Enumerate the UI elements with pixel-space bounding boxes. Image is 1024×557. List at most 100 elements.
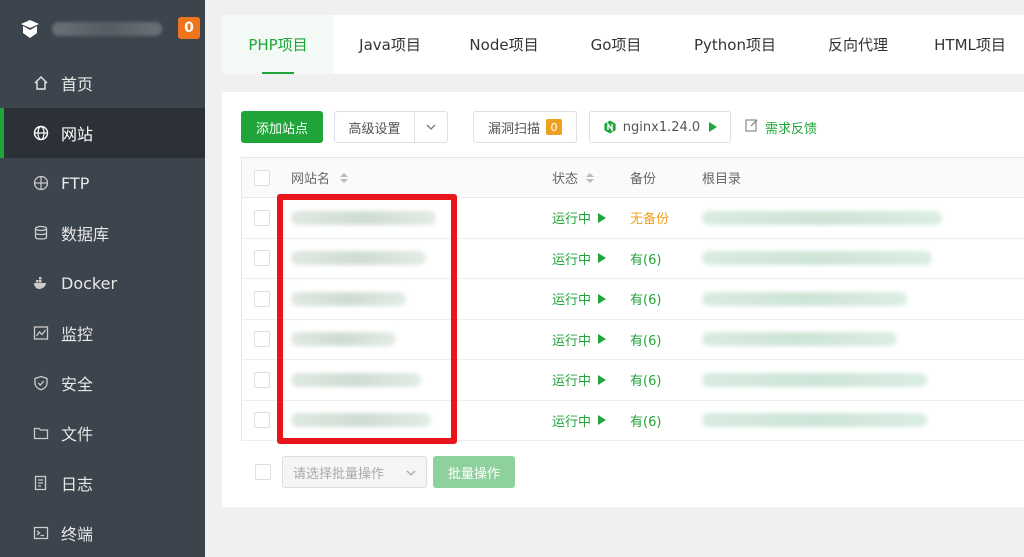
status-toggle[interactable]: 运行中 bbox=[552, 249, 630, 268]
backup-link[interactable]: 有(6) bbox=[630, 415, 661, 430]
sidebar-item-label: 安全 bbox=[61, 375, 94, 394]
table-header: 网站名 状态 备份 根目录 bbox=[242, 158, 1024, 198]
site-table: 网站名 状态 备份 根目录 运行中 无备份 运行中 有(6) 运行中 有(6) … bbox=[241, 157, 1024, 441]
tab-reverse-proxy[interactable]: 反向代理 bbox=[800, 15, 916, 74]
row-checkbox[interactable] bbox=[254, 250, 270, 267]
status-toggle[interactable]: 运行中 bbox=[552, 208, 630, 227]
tab-go[interactable]: Go项目 bbox=[562, 15, 670, 74]
advanced-settings-button[interactable]: 高级设置 bbox=[335, 112, 415, 142]
panel-logo-icon bbox=[18, 17, 42, 41]
site-name-blurred[interactable] bbox=[291, 210, 436, 225]
sort-icon bbox=[586, 172, 595, 183]
monitor-icon bbox=[33, 325, 49, 341]
root-dir-blurred[interactable] bbox=[702, 372, 927, 387]
shield-icon bbox=[33, 375, 49, 391]
header-root-dir: 根目录 bbox=[702, 172, 742, 187]
site-name-blurred[interactable] bbox=[291, 291, 406, 306]
add-site-button[interactable]: 添加站点 bbox=[241, 111, 323, 143]
tab-php[interactable]: PHP项目 bbox=[222, 15, 334, 74]
tab-html[interactable]: HTML项目 bbox=[916, 15, 1024, 74]
feedback-link[interactable]: 需求反馈 bbox=[745, 118, 817, 137]
backup-link[interactable]: 有(6) bbox=[630, 334, 661, 349]
play-icon bbox=[598, 253, 607, 264]
table-row: 运行中 有(6) bbox=[242, 279, 1024, 320]
home-icon bbox=[33, 75, 49, 91]
root-dir-blurred[interactable] bbox=[702, 332, 897, 347]
folder-icon bbox=[33, 425, 49, 441]
row-checkbox[interactable] bbox=[254, 331, 270, 348]
sidebar-item-label: 监控 bbox=[61, 325, 94, 344]
sidebar-item-ftp[interactable]: FTP bbox=[0, 158, 205, 208]
row-checkbox[interactable] bbox=[254, 412, 270, 429]
row-checkbox[interactable] bbox=[254, 209, 270, 226]
header-site-name[interactable]: 网站名 bbox=[282, 168, 552, 187]
batch-select-all-checkbox[interactable] bbox=[255, 464, 271, 480]
backup-link[interactable]: 有(6) bbox=[630, 293, 661, 308]
advanced-settings-dropdown[interactable]: 高级设置 bbox=[334, 111, 448, 143]
vuln-count-badge: 0 bbox=[546, 119, 562, 135]
tab-java[interactable]: Java项目 bbox=[334, 15, 446, 74]
root-dir-blurred[interactable] bbox=[702, 291, 907, 306]
vuln-scan-button[interactable]: 漏洞扫描 0 bbox=[473, 111, 577, 143]
sidebar-item-label: FTP bbox=[61, 173, 90, 193]
sort-icon bbox=[340, 172, 349, 183]
status-toggle[interactable]: 运行中 bbox=[552, 330, 630, 349]
sidebar-item-label: 数据库 bbox=[61, 225, 110, 244]
sidebar-item-files[interactable]: 文件 bbox=[0, 408, 205, 458]
sidebar-item-label: 终端 bbox=[61, 525, 94, 544]
root-dir-blurred[interactable] bbox=[702, 251, 932, 266]
site-panel: 添加站点 高级设置 漏洞扫描 0 nginx1.24.0 需求反馈 网站名 状态… bbox=[222, 92, 1024, 507]
feedback-label: 需求反馈 bbox=[765, 121, 818, 137]
sidebar-item-database[interactable]: 数据库 bbox=[0, 208, 205, 258]
batch-operation-select[interactable]: 请选择批量操作 bbox=[282, 456, 427, 488]
chevron-down-icon[interactable] bbox=[415, 112, 447, 142]
batch-operation-button[interactable]: 批量操作 bbox=[433, 456, 515, 488]
sidebar-item-label: Docker bbox=[61, 273, 118, 293]
site-name-blurred[interactable] bbox=[291, 372, 421, 387]
table-row: 运行中 有(6) bbox=[242, 401, 1024, 441]
sidebar-item-logs[interactable]: 日志 bbox=[0, 458, 205, 508]
site-name-blurred[interactable] bbox=[291, 332, 396, 347]
tab-node[interactable]: Node项目 bbox=[446, 15, 562, 74]
row-checkbox[interactable] bbox=[254, 371, 270, 388]
table-row: 运行中 有(6) bbox=[242, 360, 1024, 401]
tab-python[interactable]: Python项目 bbox=[670, 15, 800, 74]
terminal-icon bbox=[33, 525, 49, 541]
header-backup: 备份 bbox=[630, 172, 657, 187]
sidebar-item-label: 网站 bbox=[61, 125, 94, 144]
sidebar-item-security[interactable]: 安全 bbox=[0, 358, 205, 408]
table-row: 运行中 无备份 bbox=[242, 198, 1024, 239]
database-icon bbox=[33, 225, 49, 241]
site-name-blurred[interactable] bbox=[291, 413, 431, 428]
backup-link[interactable]: 有(6) bbox=[630, 374, 661, 389]
nginx-button[interactable]: nginx1.24.0 bbox=[589, 111, 731, 143]
header-status[interactable]: 状态 bbox=[552, 168, 630, 187]
globe-icon bbox=[33, 125, 49, 141]
root-dir-blurred[interactable] bbox=[702, 413, 927, 428]
table-row: 运行中 有(6) bbox=[242, 239, 1024, 279]
sidebar-item-home[interactable]: 首页 bbox=[0, 58, 205, 108]
root-dir-blurred[interactable] bbox=[702, 210, 942, 225]
status-toggle[interactable]: 运行中 bbox=[552, 411, 630, 430]
status-toggle[interactable]: 运行中 bbox=[552, 370, 630, 389]
sidebar-item-docker[interactable]: Docker bbox=[0, 258, 205, 308]
vuln-scan-label: 漏洞扫描 bbox=[487, 121, 540, 137]
play-icon bbox=[598, 374, 607, 385]
status-toggle[interactable]: 运行中 bbox=[552, 289, 630, 308]
select-all-checkbox[interactable] bbox=[254, 169, 270, 186]
sidebar-item-label: 首页 bbox=[61, 75, 94, 94]
backup-link[interactable]: 有(6) bbox=[630, 253, 661, 268]
site-name-blurred[interactable] bbox=[291, 251, 426, 266]
sidebar-item-monitor[interactable]: 监控 bbox=[0, 308, 205, 358]
chevron-down-icon bbox=[406, 465, 416, 480]
ftp-icon bbox=[33, 175, 49, 191]
sidebar-item-label: 文件 bbox=[61, 425, 94, 444]
sidebar-item-website[interactable]: 网站 bbox=[0, 108, 205, 158]
brand: 0 bbox=[0, 0, 205, 58]
row-checkbox[interactable] bbox=[254, 290, 270, 307]
sidebar: 0 首页 网站 FTP 数据库 Docker 监控 安全 文件 日志 终端 bbox=[0, 0, 205, 557]
notification-badge[interactable]: 0 bbox=[178, 17, 200, 39]
backup-link[interactable]: 无备份 bbox=[630, 212, 669, 227]
batch-operations: 请选择批量操作 批量操作 bbox=[255, 456, 515, 488]
sidebar-item-terminal[interactable]: 终端 bbox=[0, 508, 205, 557]
